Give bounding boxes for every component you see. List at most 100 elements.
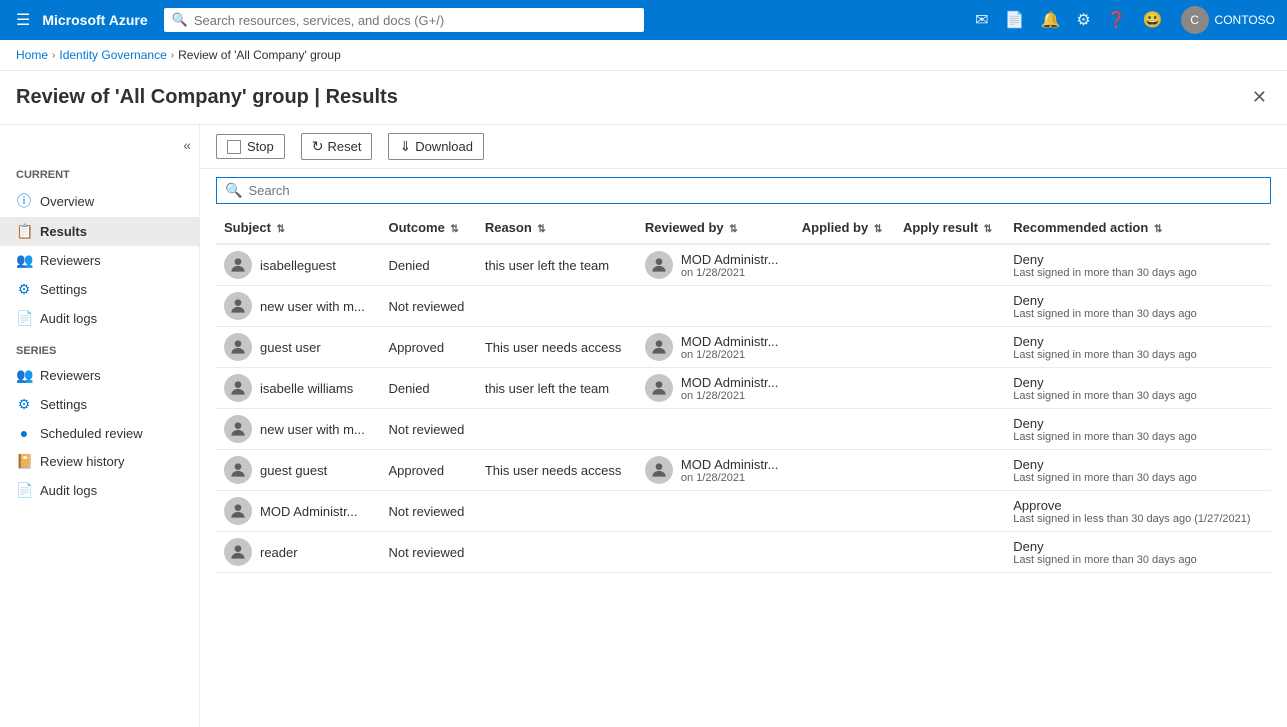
sidebar-item-series-reviewers[interactable]: 👥 Reviewers xyxy=(0,361,199,390)
recommended-cell: Deny Last signed in more than 30 days ag… xyxy=(1013,334,1263,361)
download-button[interactable]: ⇓ Download xyxy=(388,133,484,160)
avatar xyxy=(224,251,252,279)
page-title: Review of 'All Company' group | Results xyxy=(16,86,1248,121)
cell-subject: guest guest xyxy=(216,450,380,491)
recommended-cell: Deny Last signed in more than 30 days ag… xyxy=(1013,539,1263,566)
sidebar-item-reviewers[interactable]: 👥 Reviewers xyxy=(0,246,199,275)
feedback-icon[interactable]: 😀 xyxy=(1137,4,1169,36)
reviewer-info: MOD Administr... on 1/28/2021 xyxy=(681,457,779,484)
cell-outcome: Not reviewed xyxy=(380,491,476,532)
help-icon[interactable]: ❓ xyxy=(1101,4,1133,36)
stop-checkbox xyxy=(227,140,241,154)
sidebar-item-overview[interactable]: ⓘ Overview xyxy=(0,185,199,217)
cell-reviewed-by: MOD Administr... on 1/28/2021 xyxy=(637,450,794,491)
cell-apply-result xyxy=(895,368,1005,409)
sidebar-item-series-settings[interactable]: ⚙ Settings xyxy=(0,390,199,419)
global-search-bar[interactable]: 🔍 xyxy=(164,8,644,32)
reviewed-cell: MOD Administr... on 1/28/2021 xyxy=(645,456,786,484)
sidebar-item-audit-logs[interactable]: 📄 Audit logs xyxy=(0,304,199,333)
cell-reason xyxy=(477,286,637,327)
table-row[interactable]: new user with m... Not reviewed Deny Las… xyxy=(216,409,1271,450)
cell-outcome: Not reviewed xyxy=(380,409,476,450)
col-recommended-action[interactable]: Recommended action ⇅ xyxy=(1005,212,1271,244)
subject-cell: guest user xyxy=(224,333,372,361)
subject-name: guest guest xyxy=(260,463,327,478)
cell-apply-result xyxy=(895,532,1005,573)
user-menu[interactable]: C CONTOSO xyxy=(1181,6,1275,34)
sidebar-item-results[interactable]: 📋 Results xyxy=(0,217,199,246)
settings-icon[interactable]: ⚙ xyxy=(1070,4,1096,36)
table-row[interactable]: guest user ApprovedThis user needs acces… xyxy=(216,327,1271,368)
cell-subject: isabelle williams xyxy=(216,368,380,409)
table-row[interactable]: reader Not reviewed Deny Last signed in … xyxy=(216,532,1271,573)
col-applied-by[interactable]: Applied by ⇅ xyxy=(794,212,895,244)
download-label: Download xyxy=(415,139,473,154)
global-search-input[interactable] xyxy=(194,13,636,28)
cell-reason: This user needs access xyxy=(477,327,637,368)
cell-applied-by xyxy=(794,409,895,450)
stop-button[interactable]: Stop xyxy=(216,134,285,159)
subject-name: new user with m... xyxy=(260,299,365,314)
avatar: C xyxy=(1181,6,1209,34)
subject-cell: isabelle williams xyxy=(224,374,372,402)
cloud-shell-icon[interactable]: 📄 xyxy=(999,4,1031,36)
col-subject[interactable]: Subject ⇅ xyxy=(216,212,380,244)
recommended-action-text: Deny xyxy=(1013,293,1263,308)
avatar xyxy=(224,538,252,566)
col-reason[interactable]: Reason ⇅ xyxy=(477,212,637,244)
sidebar-collapse-btn[interactable]: « xyxy=(0,133,199,157)
table-row[interactable]: guest guest ApprovedThis user needs acce… xyxy=(216,450,1271,491)
sidebar-reviewers-label: Reviewers xyxy=(40,253,101,268)
search-bar[interactable]: 🔍 xyxy=(216,177,1271,204)
sidebar-item-settings[interactable]: ⚙ Settings xyxy=(0,275,199,304)
col-outcome[interactable]: Outcome ⇅ xyxy=(380,212,476,244)
search-input[interactable] xyxy=(248,183,1262,198)
sidebar-series-label: Series xyxy=(0,333,199,361)
table-row[interactable]: isabelle williams Deniedthis user left t… xyxy=(216,368,1271,409)
notifications-icon[interactable]: ✉ xyxy=(969,4,994,36)
cell-reason: this user left the team xyxy=(477,368,637,409)
reviewer-date: on 1/28/2021 xyxy=(681,390,779,402)
avatar xyxy=(224,333,252,361)
reset-button[interactable]: ↻ Reset xyxy=(301,133,373,160)
main-layout: « Current ⓘ Overview 📋 Results 👥 Reviewe… xyxy=(0,125,1287,727)
sort-icon-outcome: ⇅ xyxy=(450,224,458,235)
reviewer-info: MOD Administr... on 1/28/2021 xyxy=(681,375,779,402)
breadcrumb-identity-governance[interactable]: Identity Governance xyxy=(59,48,166,62)
reviewer-avatar xyxy=(645,456,673,484)
cell-subject: isabelleguest xyxy=(216,244,380,286)
recommended-sub-text: Last signed in more than 30 days ago xyxy=(1013,308,1263,320)
cell-recommended-action: Deny Last signed in more than 30 days ag… xyxy=(1005,409,1271,450)
cell-recommended-action: Deny Last signed in more than 30 days ag… xyxy=(1005,286,1271,327)
sidebar-item-series-audit-logs[interactable]: 📄 Audit logs xyxy=(0,476,199,505)
table-row[interactable]: new user with m... Not reviewed Deny Las… xyxy=(216,286,1271,327)
sidebar-item-scheduled-review[interactable]: ● Scheduled review xyxy=(0,419,199,447)
hamburger-menu[interactable]: ☰ xyxy=(12,6,34,34)
sort-icon-subject: ⇅ xyxy=(277,224,285,235)
recommended-cell: Deny Last signed in more than 30 days ag… xyxy=(1013,416,1263,443)
alerts-icon[interactable]: 🔔 xyxy=(1034,4,1066,36)
table-row[interactable]: isabelleguest Deniedthis user left the t… xyxy=(216,244,1271,286)
results-table-container: Subject ⇅ Outcome ⇅ Reason ⇅ Reviewed by… xyxy=(200,212,1287,573)
cell-outcome: Denied xyxy=(380,368,476,409)
col-apply-result[interactable]: Apply result ⇅ xyxy=(895,212,1005,244)
cell-subject: reader xyxy=(216,532,380,573)
reset-label: Reset xyxy=(327,139,361,154)
col-reviewed-by[interactable]: Reviewed by ⇅ xyxy=(637,212,794,244)
search-icon: 🔍 xyxy=(225,182,242,199)
breadcrumb-current: Review of 'All Company' group xyxy=(178,48,341,62)
close-icon[interactable]: ✕ xyxy=(1248,83,1271,112)
sidebar-audit-label: Audit logs xyxy=(40,311,97,326)
table-row[interactable]: MOD Administr... Not reviewed Approve La… xyxy=(216,491,1271,532)
table-header-row: Subject ⇅ Outcome ⇅ Reason ⇅ Reviewed by… xyxy=(216,212,1271,244)
cell-reviewed-by xyxy=(637,532,794,573)
sidebar-series-settings-label: Settings xyxy=(40,397,87,412)
subject-name: isabelleguest xyxy=(260,258,336,273)
cell-reviewed-by: MOD Administr... on 1/28/2021 xyxy=(637,327,794,368)
reviewer-avatar xyxy=(645,374,673,402)
breadcrumb-home[interactable]: Home xyxy=(16,48,48,62)
recommended-sub-text: Last signed in less than 30 days ago (1/… xyxy=(1013,513,1263,525)
subject-cell: reader xyxy=(224,538,372,566)
cell-outcome: Approved xyxy=(380,327,476,368)
sidebar-item-review-history[interactable]: 📔 Review history xyxy=(0,447,199,476)
